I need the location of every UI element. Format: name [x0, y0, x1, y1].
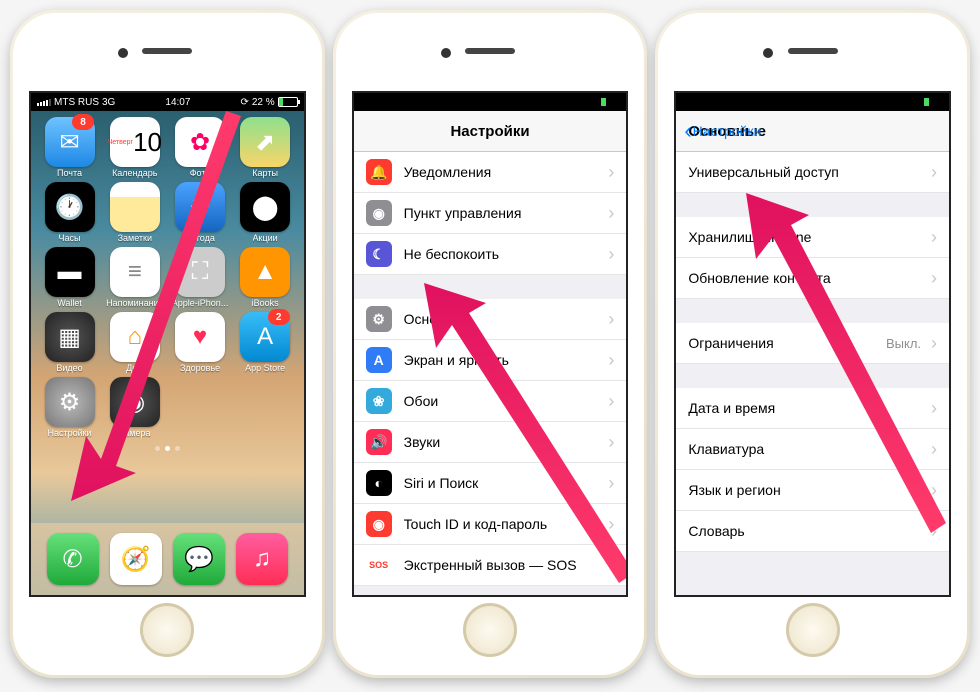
app-App Store[interactable]: A2App Store [237, 312, 294, 373]
app-Календарь[interactable]: Четверг10Календарь [106, 117, 163, 178]
row-Клавиатура[interactable]: Клавиатура [676, 429, 949, 470]
row-Универсальный доступ[interactable]: Универсальный доступ [676, 152, 949, 193]
phone-1: MTS RUS3G14:07⟳22 % ✉8ПочтаЧетверг10Кале… [10, 10, 325, 678]
app-Фото[interactable]: ✿Фото [172, 117, 229, 178]
phone-2: MTS RUS3G14:07⟳22 % Настройки 🔔Уведомлен… [333, 10, 648, 678]
network: 3G [102, 97, 115, 108]
badge: 2 [268, 309, 290, 325]
app-Часы[interactable]: 🕐Часы [41, 182, 98, 243]
row-icon: ◉ [366, 511, 392, 537]
app-Акции[interactable]: ⬤Акции [237, 182, 294, 243]
row-Звуки[interactable]: 🔊Звуки [354, 422, 627, 463]
nav-bar: Настройки Основные [676, 111, 949, 152]
row-Пункт управления[interactable]: ◉Пункт управления [354, 193, 627, 234]
dock-Музыка[interactable]: ♫ [236, 533, 288, 585]
row-Язык и регион[interactable]: Язык и регион [676, 470, 949, 511]
app-iBooks[interactable]: ▲iBooks [237, 247, 294, 308]
clock: 14:07 [165, 97, 190, 108]
page-title: Настройки [450, 123, 529, 140]
carrier: MTS RUS [54, 97, 99, 108]
row-Экстренный вызов — SOS[interactable]: SOSЭкстренный вызов — SOS [354, 545, 627, 586]
row-Обновление контента[interactable]: Обновление контента [676, 258, 949, 299]
row-icon: ◐ [366, 470, 392, 496]
row-Обои[interactable]: ❀Обои [354, 381, 627, 422]
nav-bar: Настройки [354, 111, 627, 152]
dock-Сообщения[interactable]: 💬 [173, 533, 225, 585]
row-Ограничения[interactable]: ОграниченияВыкл. [676, 323, 949, 364]
phone-3: MTS RUS3G14:07⟳22 % Настройки Основные У… [655, 10, 970, 678]
app-Заметки[interactable]: Заметки [106, 182, 163, 243]
row-icon: SOS [366, 552, 392, 578]
dock-Телефон[interactable]: ✆ [47, 533, 99, 585]
app-Карты[interactable]: ⬈Карты [237, 117, 294, 178]
app-Камера[interactable]: ◉Камера [106, 377, 163, 438]
row-Touch ID и код-пароль[interactable]: ◉Touch ID и код-пароль [354, 504, 627, 545]
row-icon: ❀ [366, 388, 392, 414]
app-Здоровье[interactable]: ♥Здоровье [172, 312, 229, 373]
home-screen: MTS RUS3G14:07⟳22 % ✉8ПочтаЧетверг10Кале… [29, 91, 306, 597]
app-Погода[interactable]: ☀Погода [172, 182, 229, 243]
app-Wallet[interactable]: ▬Wallet [41, 247, 98, 308]
row-Дата и время[interactable]: Дата и время [676, 388, 949, 429]
row-Не беспокоить[interactable]: ☾Не беспокоить [354, 234, 627, 275]
app-Напоминания[interactable]: ≡Напоминания [106, 247, 163, 308]
row-icon: ◉ [366, 200, 392, 226]
app-Apple-iPhon...[interactable]: ⛶Apple-iPhon... [172, 247, 229, 308]
row-Основные[interactable]: ⚙Основные [354, 299, 627, 340]
row-icon: 🔔 [366, 159, 392, 185]
row-Уведомления[interactable]: 🔔Уведомления [354, 152, 627, 193]
row-icon: ☾ [366, 241, 392, 267]
back-button[interactable]: Настройки [684, 123, 761, 139]
home-button[interactable] [786, 603, 840, 657]
row-Хранилище iPhone[interactable]: Хранилище iPhone [676, 217, 949, 258]
row-Siri и Поиск[interactable]: ◐Siri и Поиск [354, 463, 627, 504]
app-Видео[interactable]: ▦Видео [41, 312, 98, 373]
row-icon: 🔊 [366, 429, 392, 455]
row-icon: ⚙ [366, 306, 392, 332]
home-button[interactable] [140, 603, 194, 657]
app-Почта[interactable]: ✉8Почта [41, 117, 98, 178]
row-icon: A [366, 347, 392, 373]
battery-pct: 22 % [252, 97, 275, 108]
row-Экран и яркость[interactable]: AЭкран и яркость [354, 340, 627, 381]
row-Словарь[interactable]: Словарь [676, 511, 949, 552]
badge: 8 [72, 114, 94, 130]
dock-Safari[interactable]: 🧭 [110, 533, 162, 585]
app-Дом[interactable]: ⌂Дом [106, 312, 163, 373]
home-button[interactable] [463, 603, 517, 657]
app-Настройки[interactable]: ⚙Настройки [41, 377, 98, 438]
